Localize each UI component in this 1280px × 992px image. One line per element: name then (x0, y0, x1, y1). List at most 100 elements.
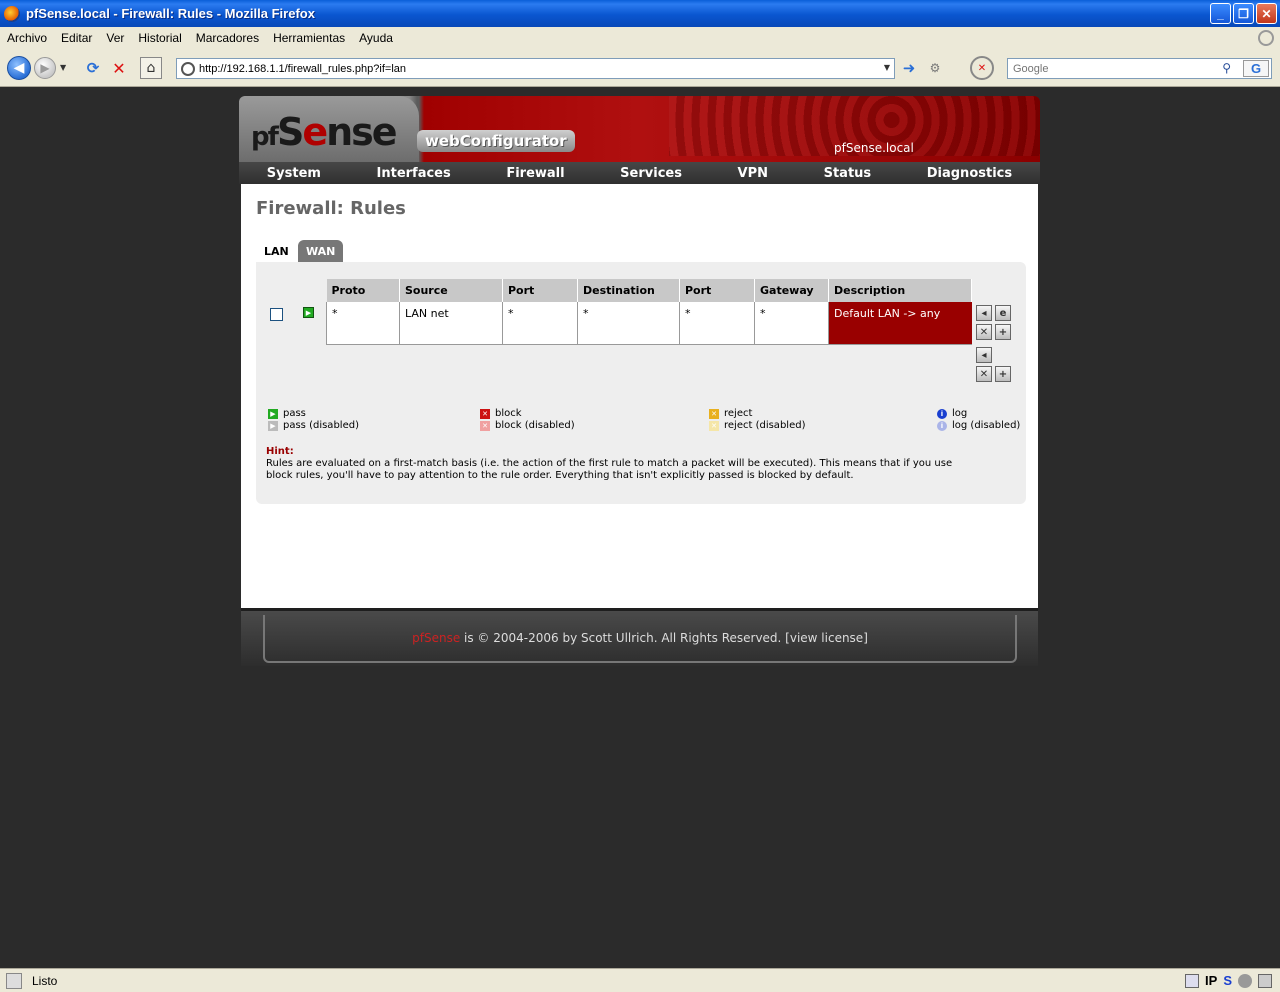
history-dropdown-icon[interactable]: ▼ (60, 63, 66, 72)
back-button[interactable]: ◀ (7, 56, 31, 80)
menu-historial[interactable]: Historial (131, 31, 188, 45)
stop-button[interactable]: ✕ (108, 57, 130, 79)
nav-firewall[interactable]: Firewall (506, 166, 564, 181)
cell-proto[interactable]: * (326, 302, 400, 345)
reject-icon: ✕ (709, 408, 719, 419)
pfsense-header: pfSense webConfigurator pfSense.local Sy… (239, 96, 1040, 184)
navigation-toolbar: ◀ ▶ ▼ ⟳ ✕ ⌂ ▼ ➜ ⚙ ✕ ⚲ G (0, 49, 1280, 87)
page-viewport: pfSense webConfigurator pfSense.local Sy… (0, 88, 1280, 968)
rules-table: Proto Source Port Destination Port Gatew… (326, 279, 972, 345)
menu-editar[interactable]: Editar (54, 31, 99, 45)
webconfigurator-badge: webConfigurator (417, 130, 575, 152)
maximize-button[interactable]: ❐ (1233, 3, 1254, 24)
block-icon: ✕ (480, 408, 490, 419)
nav-diagnostics[interactable]: Diagnostics (927, 166, 1012, 181)
delete-selected-button[interactable]: ✕ (976, 366, 992, 382)
site-icon (181, 61, 195, 76)
status-edit-icon[interactable] (1258, 973, 1272, 988)
minimize-button[interactable]: _ (1210, 3, 1231, 24)
search-icon[interactable]: ⚲ (1222, 61, 1231, 75)
menu-herramientas[interactable]: Herramientas (266, 31, 352, 45)
hint-text: Rules are evaluated on a first-match bas… (266, 458, 953, 481)
home-button[interactable]: ⌂ (140, 57, 162, 79)
pass-toggle-icon[interactable]: ▶ (303, 307, 314, 318)
nav-interfaces[interactable]: Interfaces (377, 166, 451, 181)
pass-disabled-icon: ▶ (268, 420, 278, 431)
main-nav: System Interfaces Firewall Services VPN … (239, 162, 1040, 184)
nav-system[interactable]: System (267, 166, 321, 181)
menu-bar: Archivo Editar Ver Historial Marcadores … (0, 27, 1280, 49)
page-title: Firewall: Rules (256, 198, 406, 219)
footer-brand-link[interactable]: pfSense (412, 631, 460, 645)
header-dest-port: Port (679, 279, 755, 302)
search-bar[interactable]: ⚲ G (1007, 58, 1272, 79)
nav-vpn[interactable]: VPN (738, 166, 768, 181)
nav-status[interactable]: Status (824, 166, 872, 181)
legend-block-disabled: ✕ block (disabled) (480, 420, 575, 431)
legend-reject: ✕ reject (709, 408, 752, 419)
menu-marcadores[interactable]: Marcadores (189, 31, 266, 45)
legend-reject-disabled: ✕ reject (disabled) (709, 420, 805, 431)
log-icon: i (937, 408, 947, 419)
extension-icon[interactable]: ⚙ (926, 59, 944, 77)
url-bar[interactable]: ▼ (176, 58, 895, 79)
delete-rule-button[interactable]: ✕ (976, 324, 992, 340)
table-row[interactable]: * LAN net * * * * Default LAN -> any (326, 302, 972, 345)
add-rule-based-button[interactable]: + (995, 324, 1011, 340)
url-input[interactable] (199, 62, 879, 75)
move-selected-button[interactable]: ◂ (976, 347, 992, 363)
pfsense-container: pfSense webConfigurator pfSense.local Sy… (239, 96, 1040, 666)
reject-disabled-icon: ✕ (709, 420, 719, 431)
menu-ayuda[interactable]: Ayuda (352, 31, 400, 45)
status-ip-label[interactable]: IP (1205, 973, 1217, 988)
pfsense-body: Firewall: Rules LAN WAN ▶ Proto Source P… (241, 184, 1038, 608)
menu-ver[interactable]: Ver (99, 31, 131, 45)
reload-button[interactable]: ⟳ (82, 57, 104, 79)
hostname: pfSense.local (834, 141, 914, 155)
cell-port[interactable]: * (502, 302, 578, 345)
status-page-icon (6, 972, 22, 989)
edit-rule-button[interactable]: e (995, 305, 1011, 321)
pfsense-logo[interactable]: pfSense (251, 110, 398, 154)
cell-gateway[interactable]: * (754, 302, 829, 345)
close-button[interactable]: ✕ (1256, 3, 1277, 24)
throbber-icon (1258, 30, 1274, 46)
search-engine-button[interactable]: G (1243, 60, 1269, 77)
cell-description[interactable]: Default LAN -> any (828, 302, 972, 345)
go-button[interactable]: ➜ (900, 59, 918, 77)
move-rule-button[interactable]: ◂ (976, 305, 992, 321)
header-gateway: Gateway (754, 279, 829, 302)
nav-services[interactable]: Services (620, 166, 682, 181)
firefox-icon (4, 5, 20, 22)
status-s-icon[interactable]: S (1223, 973, 1232, 988)
search-input[interactable] (1013, 62, 1223, 75)
footer-copyright: pfSense is © 2004-2006 by Scott Ullrich.… (263, 615, 1017, 663)
rule-select-checkbox[interactable] (270, 308, 283, 321)
legend-log: i log (937, 408, 967, 419)
cell-source[interactable]: LAN net (399, 302, 503, 345)
block-disabled-icon: ✕ (480, 420, 490, 431)
status-bar: Listo IP S (0, 968, 1280, 992)
hint-label: Hint: (266, 446, 294, 457)
status-list-icon[interactable] (1185, 973, 1200, 988)
status-text: Listo (32, 973, 58, 988)
cell-dest-port[interactable]: * (679, 302, 755, 345)
header-description: Description (828, 279, 972, 302)
url-dropdown-icon[interactable]: ▼ (884, 63, 890, 72)
status-tool-icon[interactable] (1238, 973, 1252, 988)
tab-wan[interactable]: WAN (298, 240, 344, 262)
cell-destination[interactable]: * (577, 302, 680, 345)
rules-panel: ▶ Proto Source Port Destination Port Gat… (256, 262, 1026, 504)
noscript-icon[interactable]: ✕ (970, 56, 994, 80)
pfsense-footer: pfSense is © 2004-2006 by Scott Ullrich.… (241, 608, 1038, 666)
header-destination: Destination (577, 279, 680, 302)
tab-lan[interactable]: LAN (256, 240, 297, 262)
menu-archivo[interactable]: Archivo (0, 31, 54, 45)
forward-button[interactable]: ▶ (34, 57, 56, 79)
footer-text: is © 2004-2006 by Scott Ullrich. All Rig… (460, 631, 868, 645)
header-proto: Proto (326, 279, 400, 302)
legend-pass: ▶ pass (268, 408, 306, 419)
window-titlebar: pfSense.local - Firewall: Rules - Mozill… (0, 0, 1280, 27)
add-rule-button[interactable]: + (995, 366, 1011, 382)
window-title: pfSense.local - Firewall: Rules - Mozill… (26, 6, 315, 21)
